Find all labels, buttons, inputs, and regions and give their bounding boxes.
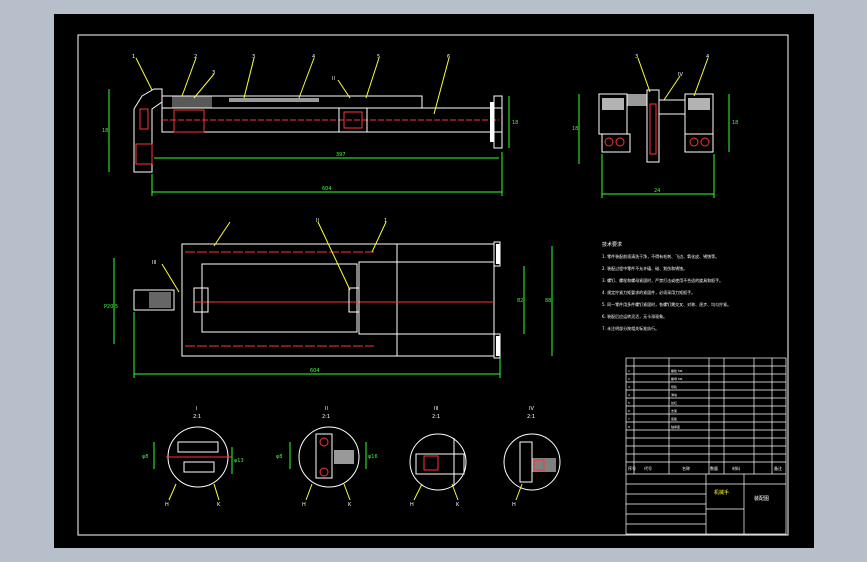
header-qty: 数量 — [710, 465, 718, 471]
detail-3-tag-k: K — [456, 502, 460, 508]
parts-row-3-no: 3 — [628, 385, 630, 389]
detail-1-title: I — [196, 406, 197, 412]
side-view-label-iv: IV — [678, 72, 683, 78]
front-view-label-2: 2 — [194, 54, 197, 60]
detail-2-dim-left: φ8 — [276, 454, 282, 460]
parts-row-6-no: 6 — [628, 409, 630, 413]
parts-row-2-no: 2 — [628, 377, 630, 381]
header-name: 名称 — [682, 465, 690, 471]
detail-1-tag-h: H — [165, 502, 169, 508]
header-code: 代号 — [644, 465, 652, 471]
plan-view-dim-bottom: 604 — [310, 368, 320, 374]
parts-row-7-no: 7 — [628, 417, 630, 421]
plan-view-dim-right2: 88 — [545, 298, 551, 304]
notes-line-5: 5. 同一零件用多件螺钉紧固时，各螺钉需交叉、对称、逐步、均匀拧紧。 — [602, 301, 731, 307]
drawing-name: 机械手 — [714, 489, 729, 496]
parts-row-1-no: 1 — [628, 369, 630, 373]
plan-view — [113, 221, 553, 378]
detail-1-dim-left: φ8 — [142, 454, 148, 460]
detail-3-title: III — [434, 406, 438, 412]
side-view-dim-height: 18 — [572, 126, 578, 132]
detail-4-title: IV — [529, 406, 534, 412]
detail-views — [153, 426, 561, 501]
parts-row-2-name: 螺母 M6 — [671, 376, 683, 381]
plan-view-label-ii: II — [316, 218, 319, 224]
parts-row-8-no: 8 — [628, 425, 630, 429]
front-view-label-3: 3 — [212, 70, 215, 76]
parts-row-4-no: 4 — [628, 393, 630, 397]
side-view-dim-right: 18 — [732, 120, 738, 126]
parts-row-4-name: 滑块 — [671, 392, 677, 397]
header-material: 材料 — [732, 465, 740, 471]
parts-row-5-name: 丝杠 — [671, 400, 677, 405]
front-view-dim-height: 18 — [102, 128, 108, 134]
front-view — [108, 57, 510, 196]
detail-2-title: II — [325, 406, 328, 412]
drawing-sheet: 1 2 3 3 4 II 5 6 18 18 397 604 3 IV 4 18… — [54, 14, 814, 548]
plan-view-label-1: 1 — [384, 218, 387, 224]
cad-drawing: 1 2 3 3 4 II 5 6 18 18 397 604 3 IV 4 18… — [77, 34, 789, 536]
plan-view-label-iii: III — [152, 260, 156, 266]
front-view-dim-total: 604 — [322, 186, 332, 192]
detail-3-tag-h: H — [410, 502, 414, 508]
plan-view-dim-left: P20.5 — [104, 304, 118, 310]
side-view-label-4: 4 — [706, 54, 709, 60]
side-view — [578, 57, 730, 198]
detail-4-tag-h: H — [512, 502, 516, 508]
detail-2-scale: 2:1 — [322, 414, 330, 420]
plan-view-dim-right1: 82 — [517, 298, 523, 304]
detail-1-scale: 2:1 — [193, 414, 201, 420]
front-view-label-4: 3 — [252, 54, 255, 60]
detail-2-tag-h: H — [302, 502, 306, 508]
detail-2-tag-k: K — [348, 502, 352, 508]
notes-line-3: 3. 螺钉、螺栓和螺母紧固时，严禁打击或使用不合适的旋具和扳手。 — [602, 277, 723, 283]
detail-1-tag-k: K — [217, 502, 221, 508]
notes-line-6: 6. 装配后应运转灵活，无卡滞现象。 — [602, 313, 667, 319]
detail-4-scale: 2:1 — [527, 414, 535, 420]
front-view-label-5: 4 — [312, 54, 315, 60]
notes-line-4: 4. 规定拧紧力矩要求的紧固件，必须采用力矩扳手。 — [602, 289, 695, 295]
front-view-label-7: 5 — [377, 54, 380, 60]
notes-line-7: 7. 未注明部分按相关标准执行。 — [602, 325, 659, 331]
detail-3-scale: 2:1 — [432, 414, 440, 420]
front-view-dim-right: 18 — [512, 120, 518, 126]
header-remark: 备注 — [774, 465, 782, 471]
detail-2-dim-right: φ16 — [368, 454, 378, 460]
notes-title: 技术要求 — [602, 241, 622, 248]
parts-row-6-name: 支架 — [671, 408, 677, 413]
front-view-dim-mid: 397 — [336, 152, 346, 158]
notes-line-2: 2. 装配过程中零件不允许磕、碰、划伤和锈蚀。 — [602, 265, 687, 271]
front-view-label-6: II — [332, 76, 335, 82]
parts-row-3-name: 导轨 — [671, 384, 677, 389]
front-view-label-8: 6 — [447, 54, 450, 60]
parts-row-1-name: 螺栓 M6 — [671, 368, 683, 373]
notes-line-1: 1. 零件装配前须清洗干净，不得有毛刺、飞边、氧化皮、锈蚀等。 — [602, 253, 719, 259]
parts-row-8-name: 轴承座 — [671, 424, 680, 429]
side-view-label-3: 3 — [635, 54, 638, 60]
parts-row-5-no: 5 — [628, 401, 630, 405]
side-view-dim-bottom: 24 — [654, 188, 660, 194]
title-block — [625, 357, 787, 535]
company-name: 装配图 — [754, 495, 769, 502]
front-view-label-1: 1 — [132, 54, 135, 60]
parts-row-7-name: 底板 — [671, 416, 677, 421]
detail-1-dim-right: φ13 — [234, 458, 244, 464]
header-no: 序号 — [628, 465, 636, 471]
